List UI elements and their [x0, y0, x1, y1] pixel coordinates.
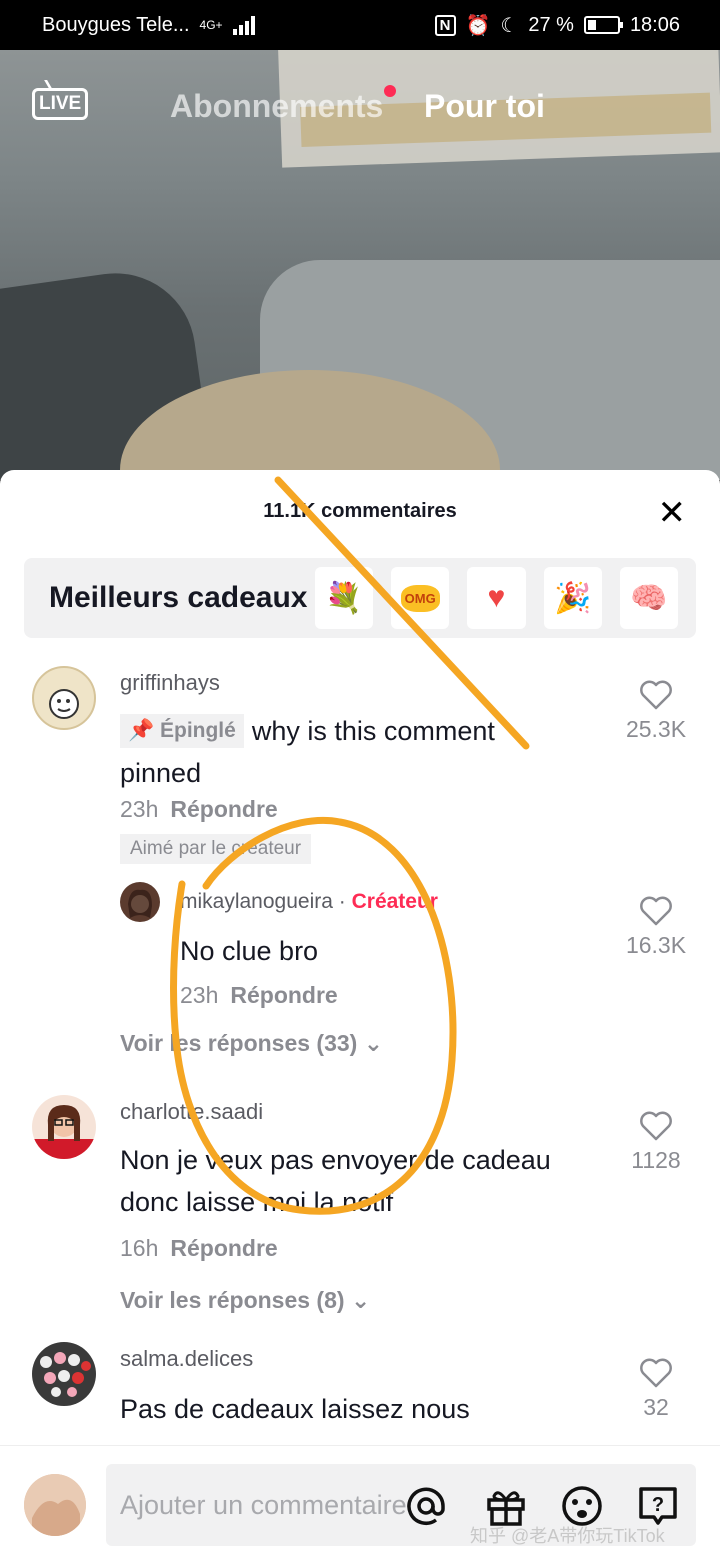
comment-username[interactable]: charlotte.saadi	[120, 1099, 263, 1125]
view-replies-label: Voir les réponses (33)	[120, 1030, 358, 1056]
video-player[interactable]: LIVE Abonnements Pour toi	[0, 50, 720, 480]
signal-icon	[232, 15, 255, 35]
view-replies-button[interactable]: Voir les réponses (8) ⌄	[120, 1287, 370, 1314]
comment-time: 16h	[120, 1235, 159, 1261]
pinned-badge: 📌 Épinglé	[120, 714, 244, 748]
tab-following[interactable]: Abonnements	[170, 88, 383, 125]
pinned-label: Épinglé	[159, 719, 236, 742]
status-bar: Bouygues Tele... 4G+ N ⏰ ☾ 27 % 18:06	[0, 0, 720, 50]
network-type: 4G+	[199, 18, 223, 32]
brain-icon[interactable]: 🧠	[619, 567, 678, 629]
confetti-icon[interactable]: 🎉	[543, 567, 602, 629]
clock: 18:06	[629, 13, 680, 36]
watermark: 知乎 @老A带你玩TikTok	[470, 1526, 665, 1546]
like-button[interactable]: 25.3K	[616, 680, 696, 743]
view-replies-button[interactable]: Voir les réponses (33) ⌄	[120, 1030, 383, 1057]
carrier-name: Bouygues Tele...	[42, 13, 190, 36]
avatar[interactable]	[24, 1474, 86, 1536]
comment-text: Pas de cadeaux laissez nous	[120, 1394, 470, 1424]
avatar[interactable]	[32, 666, 96, 730]
reply-button[interactable]: Répondre	[230, 982, 337, 1008]
reply-username[interactable]: mikaylanogueira	[180, 890, 333, 913]
battery-fill	[587, 20, 596, 30]
heart-outline-icon	[640, 680, 672, 710]
comments-sheet: 11.1K commentaires ✕ Meilleurs cadeaux 💐…	[0, 470, 720, 1560]
heart-icon[interactable]: ♥	[467, 567, 526, 629]
like-button[interactable]: 32	[616, 1358, 696, 1421]
like-count: 1128	[631, 1147, 681, 1173]
omg-icon[interactable]: OMG	[391, 567, 450, 629]
liked-by-creator-badge: Aimé par le créateur	[120, 834, 312, 864]
battery-percent: 27 %	[528, 13, 574, 36]
view-replies-label: Voir les réponses (8)	[120, 1287, 345, 1313]
chevron-down-icon: ⌄	[363, 1030, 384, 1056]
username-separator: ·	[338, 890, 346, 913]
comment-meta: 16h Répondre	[120, 1235, 278, 1262]
avatar[interactable]	[32, 1342, 96, 1406]
reply-button[interactable]: Répondre	[170, 1235, 277, 1261]
bouquet-icon[interactable]: 💐	[314, 567, 374, 629]
comment-text: 📌 Épinglé why is this comment pinned	[120, 710, 570, 794]
comments-count-title: 11.1K commentaires	[263, 500, 457, 522]
battery-icon	[583, 16, 623, 34]
avatar[interactable]	[32, 1095, 96, 1159]
heart-outline-icon	[640, 1111, 672, 1141]
svg-text:?: ?	[652, 1494, 664, 1516]
comment-username[interactable]: griffinhays	[120, 670, 220, 696]
gifts-bar[interactable]: Meilleurs cadeaux 💐 OMG ♥ 🎉 🧠	[24, 558, 696, 638]
heart-outline-icon	[640, 896, 672, 926]
moon-icon: ☾	[500, 14, 519, 37]
live-button[interactable]: LIVE	[32, 88, 89, 120]
nfc-icon: N	[434, 14, 456, 36]
gifts-title: Meilleurs cadeaux	[49, 581, 308, 614]
like-count: 16.3K	[625, 932, 687, 958]
heart-outline-icon	[640, 1358, 672, 1388]
comment-time: 23h	[120, 796, 159, 822]
like-count: 32	[643, 1394, 669, 1420]
chevron-down-icon: ⌄	[350, 1287, 371, 1313]
mention-icon[interactable]	[404, 1484, 448, 1528]
comment-input-bar: ? 知乎 @老A带你玩TikTok	[0, 1445, 720, 1560]
reply-button[interactable]: Répondre	[170, 796, 277, 822]
comment-username[interactable]: salma.delices	[120, 1346, 253, 1372]
reply-meta: 23h Répondre	[180, 982, 338, 1009]
alarm-icon: ⏰	[465, 14, 491, 37]
comment-input[interactable]	[106, 1464, 416, 1546]
reply-time: 23h	[180, 982, 219, 1008]
like-count: 25.3K	[625, 716, 687, 742]
creator-badge: Créateur	[351, 890, 438, 913]
reply-text: No clue bro	[180, 936, 319, 966]
tab-for-you[interactable]: Pour toi	[424, 88, 545, 125]
close-icon[interactable]: ✕	[658, 496, 687, 530]
avatar[interactable]	[120, 882, 160, 922]
reply-username-line: mikaylanogueira · Créateur	[180, 890, 438, 914]
comment-meta: 23h Répondre	[120, 796, 278, 823]
comment-text: Non je veux pas envoyer de cadeau donc l…	[120, 1145, 551, 1217]
like-button[interactable]: 1128	[616, 1111, 696, 1174]
notification-dot	[384, 85, 396, 97]
like-button[interactable]: 16.3K	[616, 896, 696, 959]
